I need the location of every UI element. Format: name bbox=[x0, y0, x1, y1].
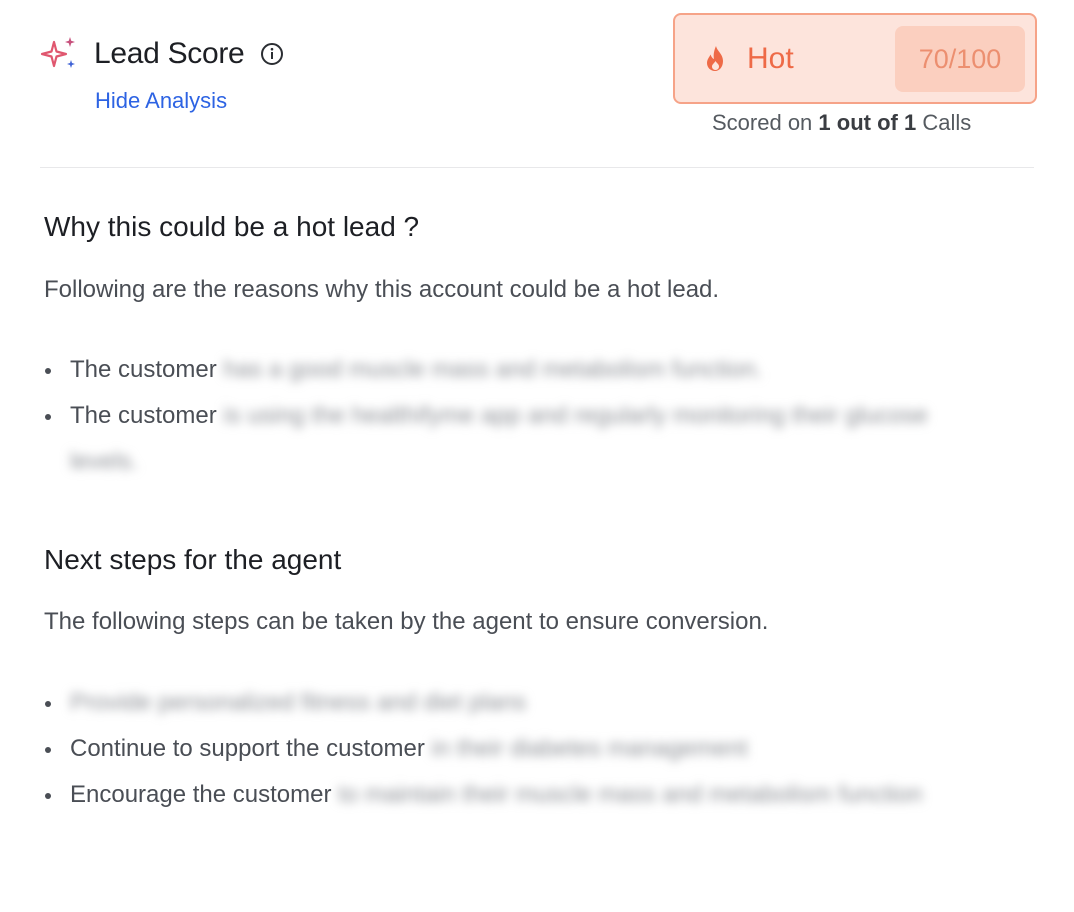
next-steps-list: Provide personalized fitness and diet pl… bbox=[44, 680, 974, 818]
step-text: Continue to support the customer bbox=[70, 735, 425, 762]
list-item: Provide personalized fitness and diet pl… bbox=[44, 680, 974, 726]
lead-score-header: Lead Score Hide Analysis Hot 70/100 Scor… bbox=[40, 0, 1037, 168]
hide-analysis-link[interactable]: Hide Analysis bbox=[95, 88, 227, 114]
reason-text: The customer bbox=[70, 402, 217, 429]
score-label: Hot bbox=[703, 42, 794, 76]
page-title: Lead Score bbox=[94, 37, 245, 70]
next-steps-description: The following steps can be taken by the … bbox=[44, 608, 769, 635]
hot-lead-reasons-description: Following are the reasons why this accou… bbox=[44, 276, 720, 303]
score-category: Hot bbox=[747, 42, 794, 75]
flame-icon bbox=[707, 46, 723, 71]
lead-score-panel: Lead Score Hide Analysis Hot 70/100 Scor… bbox=[0, 0, 1074, 912]
list-item: Encourage the customer to maintain their… bbox=[44, 772, 974, 818]
redacted-text: Provide personalized fitness and diet pl… bbox=[70, 689, 527, 716]
score-value: 70/100 bbox=[895, 26, 1025, 92]
list-item: The customer has a good muscle mass and … bbox=[44, 347, 974, 393]
step-text: Encourage the customer bbox=[70, 781, 332, 808]
hot-lead-reasons-list: The customer has a good muscle mass and … bbox=[44, 347, 974, 485]
list-item: Continue to support the customer in thei… bbox=[44, 726, 974, 772]
info-icon[interactable] bbox=[260, 42, 284, 66]
list-item: The customer is using the healthifyme ap… bbox=[44, 393, 974, 485]
scored-count: 1 out of 1 bbox=[818, 110, 917, 135]
scored-on-text: Scored on 1 out of 1 Calls bbox=[712, 110, 971, 136]
title-row: Lead Score bbox=[40, 34, 284, 74]
redacted-text: to maintain their muscle mass and metabo… bbox=[338, 781, 923, 808]
scored-prefix: Scored on bbox=[712, 110, 813, 135]
reason-text: The customer bbox=[70, 356, 217, 383]
redacted-text: in their diabetes management bbox=[431, 735, 748, 762]
redacted-text: has a good muscle mass and metabolism fu… bbox=[223, 356, 763, 383]
sparkle-icon bbox=[40, 37, 75, 68]
lead-score-badge: Hot 70/100 bbox=[673, 13, 1037, 104]
next-steps-title: Next steps for the agent bbox=[44, 544, 342, 575]
hot-lead-reasons-title: Why this could be a hot lead ? bbox=[44, 211, 420, 242]
scored-suffix: Calls bbox=[922, 110, 972, 135]
